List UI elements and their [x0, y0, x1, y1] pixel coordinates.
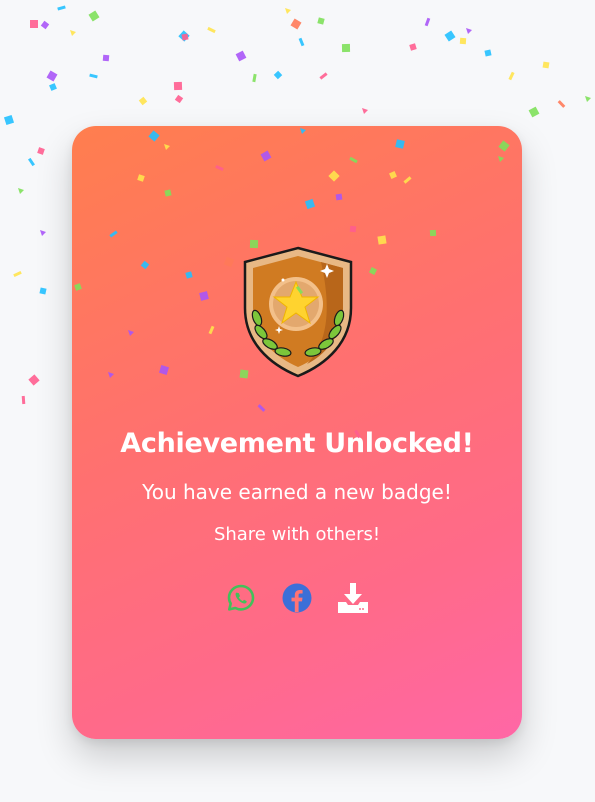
confetti-piece: [40, 230, 46, 236]
confetti-piece: [362, 108, 368, 114]
confetti-piece: [18, 188, 24, 194]
whatsapp-icon: [227, 584, 255, 611]
confetti-piece: [542, 61, 550, 69]
confetti-piece: [466, 28, 472, 34]
download-button[interactable]: [337, 582, 369, 614]
confetti-piece: [102, 54, 110, 62]
confetti-piece: [484, 49, 492, 57]
confetti-piece: [181, 33, 189, 41]
achievement-badge-icon: [243, 246, 353, 378]
confetti-piece: [409, 43, 417, 51]
confetti-piece: [40, 20, 50, 30]
achievement-title: Achievement Unlocked!: [120, 428, 474, 459]
confetti-piece: [298, 37, 305, 47]
confetti-piece: [3, 114, 15, 126]
confetti-piece: [21, 395, 26, 405]
confetti-piece: [89, 73, 98, 79]
confetti-piece: [13, 270, 22, 278]
download-icon: [338, 583, 368, 613]
confetti-piece: [70, 30, 76, 36]
confetti-piece: [30, 20, 38, 28]
confetti-piece: [39, 287, 47, 295]
page: Achievement Unlocked! You have earned a …: [0, 0, 595, 802]
confetti-piece: [49, 83, 57, 91]
confetti-piece: [317, 17, 325, 25]
confetti-piece: [290, 18, 302, 30]
share-prompt: Share with others!: [213, 524, 381, 545]
confetti-piece: [444, 30, 456, 42]
confetti-piece: [508, 71, 515, 81]
achievement-subtitle: You have earned a new badge!: [142, 480, 452, 504]
confetti-piece: [88, 10, 100, 22]
confetti-piece: [138, 96, 148, 106]
confetti-piece: [207, 26, 216, 34]
confetti-piece: [424, 17, 431, 27]
confetti-piece: [174, 94, 184, 104]
confetti-piece: [173, 81, 183, 91]
confetti-piece: [57, 5, 66, 11]
confetti-piece: [37, 147, 45, 155]
confetti-piece: [459, 37, 467, 45]
confetti-piece: [557, 100, 566, 108]
confetti-piece: [178, 30, 190, 42]
achievement-card: Achievement Unlocked! You have earned a …: [72, 126, 522, 739]
confetti-piece: [28, 157, 35, 167]
confetti-piece: [285, 8, 291, 14]
confetti-piece: [319, 72, 328, 80]
facebook-share-button[interactable]: [281, 582, 313, 614]
confetti-piece: [585, 96, 591, 102]
confetti-piece: [28, 374, 40, 386]
confetti-piece: [341, 43, 351, 53]
confetti-piece: [252, 73, 257, 83]
confetti-piece: [528, 106, 540, 118]
whatsapp-share-button[interactable]: [225, 582, 257, 614]
confetti-piece: [273, 70, 283, 80]
facebook-icon: [282, 583, 312, 613]
share-buttons: [72, 582, 522, 614]
confetti-piece: [46, 70, 58, 82]
confetti-piece: [235, 50, 247, 62]
